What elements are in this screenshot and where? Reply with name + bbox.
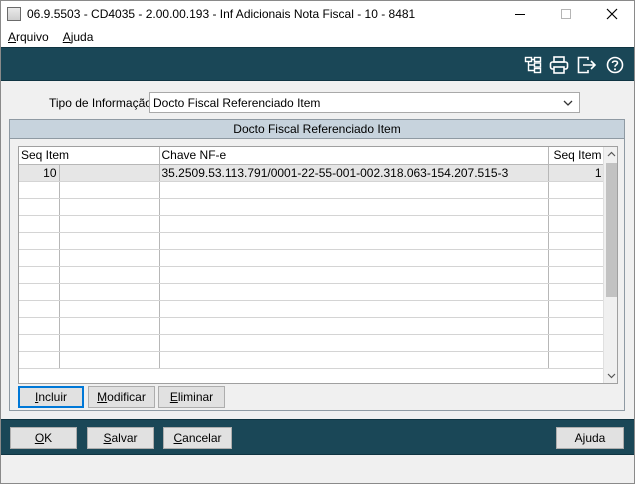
table-row-empty[interactable] [19, 283, 605, 301]
exit-icon [577, 56, 597, 74]
close-button[interactable] [589, 1, 635, 27]
cell-seq-item-ref: 1 [548, 164, 605, 182]
eliminar-button[interactable]: Eliminar [158, 386, 225, 408]
tree-icon [524, 56, 542, 74]
ok-button[interactable]: OK [10, 427, 77, 449]
maximize-button[interactable] [543, 1, 589, 27]
cancelar-button[interactable]: Cancelar [163, 427, 232, 449]
cell-empty [59, 164, 160, 182]
table-row-empty[interactable] [19, 215, 605, 233]
bottom-action-bar: OK Salvar Cancelar Aj uda [1, 419, 634, 455]
print-icon [549, 56, 569, 74]
modificar-button[interactable]: Modificar [88, 386, 155, 408]
minimize-button[interactable] [497, 1, 543, 27]
scroll-down-button[interactable] [604, 368, 617, 383]
scroll-thumb[interactable] [606, 163, 617, 297]
vertical-scrollbar[interactable] [603, 147, 617, 383]
ajuda-button[interactable]: Aj uda [556, 427, 624, 449]
maximize-icon [561, 9, 571, 19]
col-header-seq-item-ref[interactable]: Seq Item [548, 147, 605, 165]
tipo-informacao-select[interactable]: Docto Fiscal Referenciado Item [149, 92, 580, 113]
items-grid[interactable]: Seq Item Chave NF-e Seq Item 10 35.2509.… [18, 146, 618, 384]
table-row-empty[interactable] [19, 351, 605, 369]
chevron-up-icon [607, 151, 616, 157]
chevron-down-icon [563, 100, 573, 106]
toolbar [1, 47, 634, 81]
incluir-button[interactable]: Incluir [18, 386, 84, 408]
items-table: Seq Item Chave NF-e Seq Item 10 35.2509.… [19, 147, 605, 369]
table-row-empty[interactable] [19, 300, 605, 318]
table-row[interactable]: 10 35.2509.53.113.791/0001-22-55-001-002… [19, 164, 605, 182]
window-title: 06.9.5503 - CD4035 - 2.00.00.193 - Inf A… [27, 7, 416, 21]
table-row-empty[interactable] [19, 334, 605, 352]
app-icon [7, 7, 21, 21]
table-row-empty[interactable] [19, 266, 605, 284]
cell-chave-nfe: 35.2509.53.113.791/0001-22-55-001-002.31… [159, 164, 549, 182]
menu-arquivo[interactable]: Arquivo [1, 30, 56, 44]
table-row-empty[interactable] [19, 181, 605, 199]
col-header-chave-nfe[interactable]: Chave NF-e [159, 147, 549, 165]
tipo-informacao-value: Docto Fiscal Referenciado Item [153, 95, 321, 110]
help-button[interactable] [603, 53, 627, 77]
cell-seq-item: 10 [19, 164, 60, 182]
table-row-empty[interactable] [19, 232, 605, 250]
help-icon [606, 56, 624, 74]
table-row-empty[interactable] [19, 249, 605, 267]
tipo-informacao-label: Tipo de Informação: [49, 96, 156, 110]
close-icon [606, 8, 618, 20]
menu-ajuda[interactable]: Ajuda [56, 30, 101, 44]
app-window: 06.9.5503 - CD4035 - 2.00.00.193 - Inf A… [0, 0, 635, 484]
table-row-empty[interactable] [19, 317, 605, 335]
print-button[interactable] [547, 53, 571, 77]
scroll-up-button[interactable] [604, 147, 617, 162]
salvar-button[interactable]: Salvar [87, 427, 154, 449]
chevron-down-icon [607, 373, 616, 379]
status-bar [1, 456, 634, 483]
table-header-row: Seq Item Chave NF-e Seq Item [19, 147, 605, 165]
col-header-seq-item[interactable]: Seq Item [19, 147, 160, 165]
docto-group-panel: Docto Fiscal Referenciado Item Seq Item … [9, 119, 625, 411]
title-bar: 06.9.5503 - CD4035 - 2.00.00.193 - Inf A… [1, 1, 634, 27]
menu-bar: Arquivo Ajuda [1, 27, 634, 47]
tree-button[interactable] [521, 53, 545, 77]
exit-button[interactable] [575, 53, 599, 77]
minimize-icon [515, 13, 525, 15]
group-title: Docto Fiscal Referenciado Item [10, 120, 624, 139]
table-row-empty[interactable] [19, 198, 605, 216]
